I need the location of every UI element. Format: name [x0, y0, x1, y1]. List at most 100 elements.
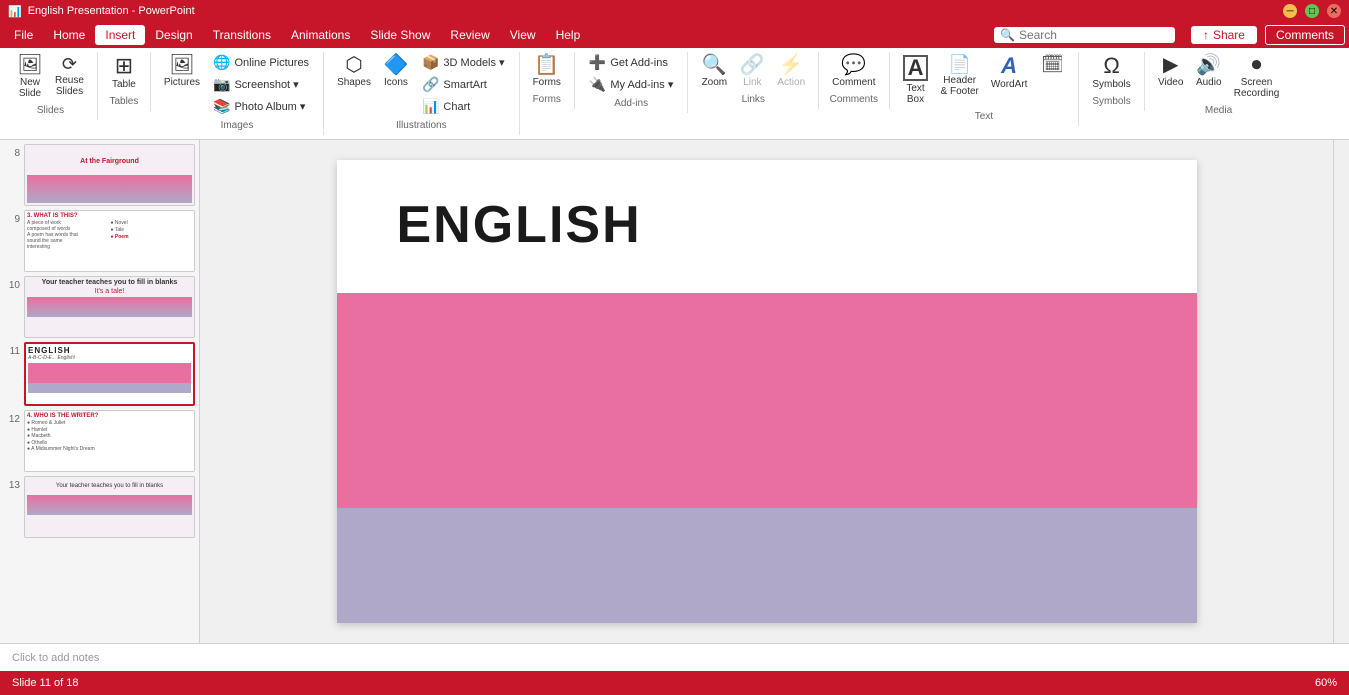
media-buttons: ▶ Video 🔊 Audio ⏺ ScreenRecording — [1153, 52, 1285, 102]
slide-img-10: Your teacher teaches you to fill in blan… — [24, 276, 195, 338]
menu-animations[interactable]: Animations — [281, 25, 360, 45]
thumb-10-title: Your teacher teaches you to fill in blan… — [27, 279, 192, 286]
thumb-13-content: Your teacher teaches you to fill in blan… — [25, 477, 194, 537]
menu-design[interactable]: Design — [145, 25, 202, 45]
slide-img-11: ENGLISH A-B-C-D-E... English! — [24, 342, 195, 406]
chart-button[interactable]: 📊 Chart — [416, 96, 511, 117]
table-button[interactable]: ⊞ Table — [106, 52, 142, 93]
slide-pink-block — [337, 293, 1197, 513]
menu-review[interactable]: Review — [440, 25, 499, 45]
new-slide-icon: 🖼 — [17, 55, 42, 75]
slide-img-13: Your teacher teaches you to fill in blan… — [24, 476, 195, 538]
media-group-label: Media — [1153, 105, 1285, 116]
icons-button[interactable]: 🔷 Icons — [378, 52, 414, 91]
close-button[interactable]: ✕ — [1327, 4, 1341, 18]
table-icon: ⊞ — [115, 55, 133, 77]
minimize-button[interactable]: ─ — [1283, 4, 1297, 18]
shapes-button[interactable]: ⬡ Shapes — [332, 52, 376, 91]
link-icon: 🔗 — [740, 55, 765, 75]
screenshot-button[interactable]: 📷 Screenshot ▾ — [207, 74, 315, 95]
symbols-group-label: Symbols — [1087, 96, 1135, 107]
smartart-button[interactable]: 🔗 SmartArt — [416, 74, 511, 95]
thumb-9-title: 3. WHAT IS THIS? — [27, 213, 192, 219]
screenshot-icon: 📷 — [213, 76, 230, 93]
app-title: English Presentation - PowerPoint — [28, 5, 195, 17]
get-addins-button[interactable]: ➕ Get Add-ins — [583, 52, 679, 73]
zoom-button[interactable]: 🔍 Zoom — [696, 52, 732, 91]
comment-button[interactable]: 💬 Comment — [827, 52, 880, 91]
notes-bar[interactable]: Click to add notes — [0, 643, 1349, 671]
thumb-9-content: 3. WHAT IS THIS? A piece of workcomposed… — [25, 211, 194, 271]
search-input[interactable] — [1019, 28, 1169, 42]
thumb-11-content: ENGLISH A-B-C-D-E... English! — [26, 344, 193, 404]
menu-view[interactable]: View — [500, 25, 546, 45]
pictures-button[interactable]: 🖼 Pictures — [159, 52, 205, 91]
addins-split: ➕ Get Add-ins 🔌 My Add-ins ▾ — [583, 52, 679, 95]
comments-group-label: Comments — [827, 94, 880, 105]
online-pictures-button[interactable]: 🌐 Online Pictures — [207, 52, 315, 73]
menu-file[interactable]: File — [4, 25, 43, 45]
maximize-button[interactable]: □ — [1305, 4, 1319, 18]
video-button[interactable]: ▶ Video — [1153, 52, 1189, 91]
comments-button[interactable]: Comments — [1265, 25, 1345, 45]
action-button[interactable]: ⚡ Action — [772, 52, 810, 91]
text-group-label: Text — [898, 111, 1071, 122]
online-pictures-icon: 🌐 — [213, 54, 230, 71]
slide-img-8: At the Fairground — [24, 144, 195, 206]
photo-album-button[interactable]: 📚 Photo Album ▾ — [207, 96, 315, 117]
menu-home[interactable]: Home — [43, 25, 95, 45]
slide-num-12: 12 — [4, 414, 20, 425]
symbols-icon: Ω — [1103, 55, 1119, 77]
slide-thumb-12[interactable]: 12 4. WHO IS THE WRITER? ● Romeo & Julie… — [4, 410, 195, 472]
right-panel — [1333, 140, 1349, 643]
slide-num-11: 11 — [4, 346, 20, 357]
my-addins-icon: 🔌 — [589, 76, 606, 93]
ribbon: 🖼 NewSlide ⟳ ReuseSlides Slides ⊞ Table … — [0, 48, 1349, 140]
slide-thumb-10[interactable]: 10 Your teacher teaches you to fill in b… — [4, 276, 195, 338]
menu-insert[interactable]: Insert — [95, 25, 145, 45]
symbols-button[interactable]: Ω Symbols — [1087, 52, 1135, 93]
text-box-icon: A — [903, 55, 929, 81]
slide-thumb-8[interactable]: 8 At the Fairground — [4, 144, 195, 206]
thumb-9-opt3: ● Poem — [111, 234, 193, 240]
thumb-12-text: ● Romeo & Juliet ● Hamlet ● Macbeth ● Ot… — [27, 420, 192, 453]
date-time-button[interactable]: 🗓 — [1034, 52, 1070, 78]
thumb-11-title: ENGLISH — [28, 346, 191, 355]
3d-models-icon: 📦 — [422, 54, 439, 71]
screen-recording-button[interactable]: ⏺ ScreenRecording — [1229, 52, 1285, 102]
screen-recording-icon: ⏺ — [1252, 55, 1262, 75]
header-footer-button[interactable]: 📄 Header& Footer — [936, 52, 984, 100]
share-button[interactable]: ↑ Share — [1191, 26, 1257, 44]
text-box-button[interactable]: A TextBox — [898, 52, 934, 108]
ribbon-group-addins: ➕ Get Add-ins 🔌 My Add-ins ▾ Add-ins — [575, 52, 688, 113]
forms-button[interactable]: 📋 Forms — [528, 52, 566, 91]
new-slide-button[interactable]: 🖼 NewSlide — [12, 52, 48, 102]
3d-models-button[interactable]: 📦 3D Models ▾ — [416, 52, 511, 73]
link-button[interactable]: 🔗 Link — [734, 52, 770, 91]
thumb-10-block — [27, 297, 192, 317]
menu-help[interactable]: Help — [546, 25, 591, 45]
slide-purple-block — [337, 508, 1197, 623]
slide-num-9: 9 — [4, 214, 20, 225]
slide-thumb-9[interactable]: 9 3. WHAT IS THIS? A piece of workcompos… — [4, 210, 195, 272]
audio-button[interactable]: 🔊 Audio — [1191, 52, 1227, 91]
slide-img-9: 3. WHAT IS THIS? A piece of workcomposed… — [24, 210, 195, 272]
thumb-12-content: 4. WHO IS THE WRITER? ● Romeo & Juliet ●… — [25, 411, 194, 471]
slide-thumb-13[interactable]: 13 Your teacher teaches you to fill in b… — [4, 476, 195, 538]
title-bar: 📊 English Presentation - PowerPoint ─ □ … — [0, 0, 1349, 22]
ribbon-group-symbols: Ω Symbols Symbols — [1079, 52, 1144, 111]
thumb-9-right: ● Novel ● Tale ● Poem — [111, 220, 193, 250]
my-addins-button[interactable]: 🔌 My Add-ins ▾ — [583, 74, 679, 95]
slide-thumb-11[interactable]: 11 ENGLISH A-B-C-D-E... English! — [4, 342, 195, 406]
ribbon-group-slides: 🖼 NewSlide ⟳ ReuseSlides Slides — [4, 52, 98, 120]
wordart-button[interactable]: A WordArt — [986, 52, 1033, 93]
reuse-slides-button[interactable]: ⟳ ReuseSlides — [50, 52, 89, 100]
slide-num-10: 10 — [4, 280, 20, 291]
menu-slideshow[interactable]: Slide Show — [360, 25, 440, 45]
thumb-8-blocks — [27, 175, 192, 203]
ribbon-group-illustrations: ⬡ Shapes 🔷 Icons 📦 3D Models ▾ 🔗 SmartAr… — [324, 52, 520, 135]
slide-canvas: ENGLISH A-B-C-D-E... English! — [337, 160, 1197, 623]
menu-transitions[interactable]: Transitions — [203, 25, 281, 45]
search-wrap[interactable]: 🔍 — [994, 27, 1175, 43]
status-bar: Slide 11 of 18 60% — [0, 671, 1349, 695]
